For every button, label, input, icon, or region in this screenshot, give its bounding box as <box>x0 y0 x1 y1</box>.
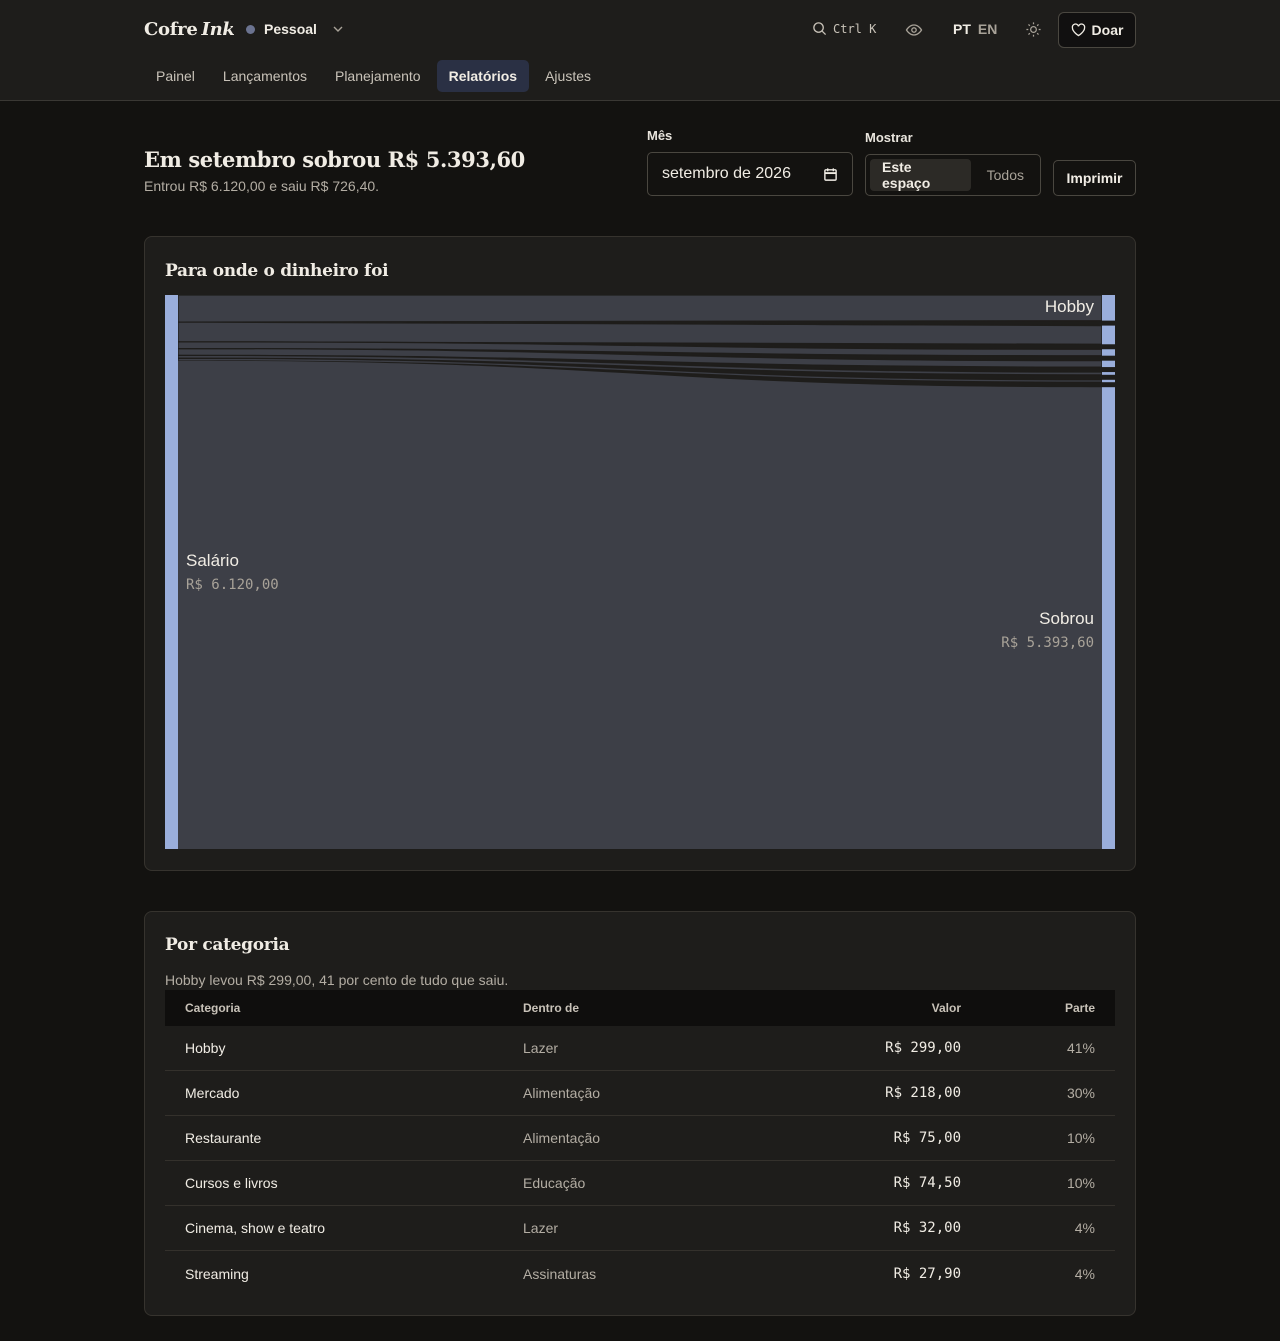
table-row[interactable]: Mercado Alimentação R$ 218,00 30% <box>165 1071 1115 1116</box>
sankey-title: Para onde o dinheiro foi <box>165 261 389 281</box>
cell-value: R$ 27,90 <box>893 1265 961 1282</box>
table-row[interactable]: Restaurante Alimentação R$ 75,00 10% <box>165 1116 1115 1161</box>
sankey-target-node[interactable] <box>1102 379 1115 383</box>
show-this-space-option[interactable]: Este espaço <box>870 159 971 191</box>
category-table: Categoria Dentro de Valor Parte Hobby La… <box>165 990 1115 1296</box>
sankey-top-target-label: Hobby <box>1045 297 1095 316</box>
cell-value: R$ 75,00 <box>893 1130 961 1146</box>
sankey-target-node[interactable] <box>1102 325 1115 345</box>
search-icon <box>813 22 827 36</box>
cell-parent: Assinaturas <box>523 1265 597 1282</box>
sankey-target-node[interactable] <box>1102 295 1115 321</box>
cell-parent: Lazer <box>523 1220 559 1236</box>
cell-share: 4% <box>1074 1265 1095 1282</box>
page-title: Em setembro sobrou R$ 5.393,60 <box>144 147 525 172</box>
brand-logo[interactable]: Cofre Ink <box>144 19 235 40</box>
sankey-link[interactable] <box>178 360 1102 849</box>
cell-value: R$ 74,50 <box>893 1175 961 1191</box>
heart-icon <box>1071 23 1085 37</box>
lang-en-button[interactable]: EN <box>978 21 997 37</box>
cell-parent: Educação <box>523 1175 586 1191</box>
cell-value: R$ 32,00 <box>893 1220 961 1236</box>
category-card: Por categoria Hobby levou R$ 299,00, 41 … <box>144 911 1136 1316</box>
category-note: Hobby levou R$ 299,00, 41 por cento de t… <box>165 972 509 988</box>
space-color-dot <box>246 24 255 34</box>
cell-category: Cursos e livros <box>185 1175 278 1191</box>
table-header: Categoria Dentro de Valor Parte <box>165 990 1115 1026</box>
chevron-down-icon <box>333 26 343 32</box>
sankey-target-node[interactable] <box>1102 387 1115 849</box>
show-label: Mostrar <box>865 130 913 145</box>
sankey-rest-value: R$ 5.393,60 <box>1001 635 1094 651</box>
sun-icon <box>1026 22 1041 37</box>
cell-share: 30% <box>1066 1085 1095 1101</box>
cell-share: 10% <box>1066 1130 1095 1146</box>
month-value: setembro de 2026 <box>662 165 791 182</box>
tab-relatorios[interactable]: Relatórios <box>436 60 530 92</box>
cell-parent: Alimentação <box>523 1130 601 1146</box>
search-button[interactable]: Ctrl K <box>812 21 876 36</box>
show-scope-toggle: Este espaço Todos <box>865 154 1041 196</box>
cell-category: Hobby <box>185 1040 226 1056</box>
cell-value: R$ 299,00 <box>885 1040 961 1056</box>
month-picker[interactable]: setembro de 2026 <box>647 152 853 196</box>
calendar-icon[interactable] <box>823 167 838 182</box>
eye-icon <box>905 24 923 36</box>
table-row[interactable]: Streaming Assinaturas R$ 27,90 4% <box>165 1251 1115 1296</box>
brand-name: Cofre <box>144 19 198 40</box>
page-subtitle: Entrou R$ 6.120,00 e saiu R$ 726,40. <box>144 178 380 194</box>
search-shortcut: Ctrl K <box>833 21 877 36</box>
cell-parent: Lazer <box>523 1040 559 1056</box>
tab-ajustes[interactable]: Ajustes <box>533 60 603 92</box>
month-label: Mês <box>647 128 673 143</box>
cell-value: R$ 218,00 <box>885 1085 961 1101</box>
sankey-target-node[interactable] <box>1102 372 1115 375</box>
sankey-target-nodes <box>1102 295 1115 849</box>
sankey-link[interactable] <box>177 321 1103 345</box>
table-row[interactable]: Cursos e livros Educação R$ 74,50 10% <box>165 1161 1115 1206</box>
sankey-source-node[interactable] <box>165 295 178 849</box>
space-switcher[interactable]: Pessoal <box>246 21 346 37</box>
cell-share: 10% <box>1066 1175 1095 1191</box>
col-header-category[interactable]: Categoria <box>165 1001 523 1015</box>
col-header-value[interactable]: Valor <box>751 1001 961 1015</box>
cell-share: 41% <box>1066 1040 1095 1056</box>
cell-category: Restaurante <box>185 1130 262 1146</box>
sankey-source-value: R$ 6.120,00 <box>186 577 279 593</box>
table-row[interactable]: Hobby Lazer R$ 299,00 41% <box>165 1026 1115 1071</box>
tab-lancamentos[interactable]: Lançamentos <box>211 60 319 92</box>
donate-label: Doar <box>1091 22 1124 38</box>
space-name: Pessoal <box>264 21 317 37</box>
sankey-links <box>177 295 1103 849</box>
col-header-parent[interactable]: Dentro de <box>523 1001 751 1015</box>
cell-category: Streaming <box>185 1265 249 1282</box>
table-row[interactable]: Cinema, show e teatro Lazer R$ 32,00 4% <box>165 1206 1115 1251</box>
print-button[interactable]: Imprimir <box>1053 160 1136 196</box>
top-bar: Cofre Ink Pessoal Ctrl K PT EN Doar Paine… <box>0 0 1280 101</box>
tab-planejamento[interactable]: Planejamento <box>323 60 433 92</box>
show-all-option[interactable]: Todos <box>971 159 1036 191</box>
theme-toggle-button[interactable] <box>1025 21 1042 43</box>
cell-category: Mercado <box>185 1085 240 1101</box>
col-header-share[interactable]: Parte <box>961 1001 1095 1015</box>
sankey-rest-label: Sobrou <box>1039 609 1094 628</box>
tab-painel[interactable]: Painel <box>144 60 207 92</box>
category-title: Por categoria <box>165 935 290 955</box>
sankey-link[interactable] <box>177 295 1103 323</box>
sankey-target-node[interactable] <box>1102 349 1115 356</box>
privacy-toggle-button[interactable] <box>905 21 923 44</box>
brand-ink: Ink <box>201 19 235 40</box>
sankey-source-label: Salário <box>186 551 239 570</box>
main-nav: Painel Lançamentos Planejamento Relatóri… <box>144 60 607 92</box>
sankey-card: Para onde o dinheiro foi Salário R$ 6.12… <box>144 236 1136 871</box>
cell-share: 4% <box>1074 1220 1095 1236</box>
donate-button[interactable]: Doar <box>1058 12 1136 48</box>
cell-category: Cinema, show e teatro <box>185 1220 326 1236</box>
cell-parent: Alimentação <box>523 1085 601 1101</box>
language-switcher: PT EN <box>953 21 997 37</box>
sankey-chart: Salário R$ 6.120,00 Hobby Sobrou R$ 5.39… <box>165 295 1115 849</box>
lang-pt-button[interactable]: PT <box>953 21 971 37</box>
sankey-target-node[interactable] <box>1102 360 1115 368</box>
